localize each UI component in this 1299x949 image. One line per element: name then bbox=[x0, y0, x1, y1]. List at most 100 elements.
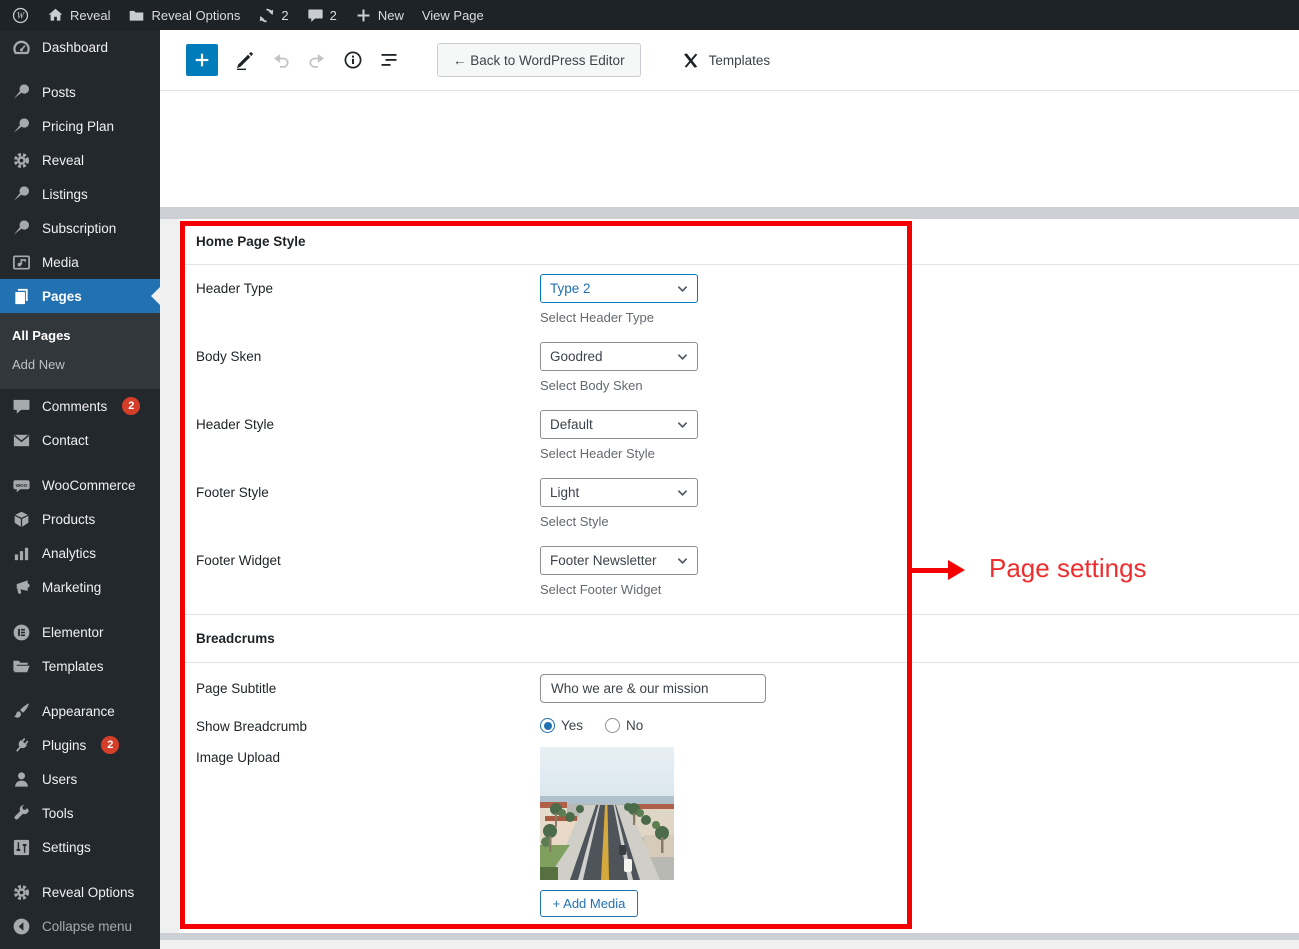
sidebar-item-tools[interactable]: Tools bbox=[0, 796, 160, 830]
sidebar-item-pages[interactable]: Pages bbox=[0, 279, 160, 313]
sidebar-item-label: Listings bbox=[42, 187, 88, 202]
adminbar-label: New bbox=[378, 8, 404, 23]
update-icon bbox=[258, 7, 275, 24]
sidebar-item-listings[interactable]: Listings bbox=[0, 177, 160, 211]
details-button[interactable] bbox=[335, 42, 371, 78]
sidebar-item-comments[interactable]: Comments2 bbox=[0, 389, 160, 423]
editor-toolbar: ← Back to WordPress Editor Templates bbox=[160, 30, 1299, 91]
field-control: DefaultSelect Header Style bbox=[540, 410, 698, 478]
sidebar-item-plugins[interactable]: Plugins2 bbox=[0, 728, 160, 762]
back-to-wordpress-editor-button[interactable]: ← Back to WordPress Editor bbox=[437, 43, 641, 77]
count-badge: 2 bbox=[122, 397, 140, 415]
sidebar-item-pricing-plan[interactable]: Pricing Plan bbox=[0, 109, 160, 143]
page-subtitle-input[interactable] bbox=[540, 674, 766, 703]
select-value: Footer Newsletter bbox=[550, 553, 657, 568]
breadcrums-fields: Page SubtitleShow BreadcrumbYesNoImage U… bbox=[179, 663, 1299, 917]
sidebar-item-reveal[interactable]: Reveal bbox=[0, 143, 160, 177]
sidebar-item-label: Media bbox=[42, 255, 79, 270]
sidebar-item-label: Settings bbox=[42, 840, 91, 855]
radio-dot[interactable] bbox=[605, 718, 620, 733]
sidebar-item-contact[interactable]: Contact bbox=[0, 423, 160, 457]
sidebar-item-label: Reveal bbox=[42, 153, 84, 168]
section-title-home-page-style: Home Page Style bbox=[179, 219, 1299, 265]
adminbar-label: Reveal Options bbox=[151, 8, 240, 23]
sidebar-item-label: Posts bbox=[42, 85, 76, 100]
header-type-select[interactable]: Type 2 bbox=[540, 274, 698, 303]
field-control: LightSelect Style bbox=[540, 478, 698, 546]
metabox-separator-top bbox=[160, 207, 1299, 219]
sidebar-group: AppearancePlugins2UsersTools Settings bbox=[0, 694, 160, 864]
adminbar-item-site-reveal[interactable]: Reveal bbox=[38, 0, 119, 30]
sidebar-item-woocommerce[interactable]: WooCommerce bbox=[0, 468, 160, 502]
templates-button[interactable]: Templates bbox=[681, 51, 771, 70]
radio-label: No bbox=[626, 718, 643, 733]
header-style-select[interactable]: Default bbox=[540, 410, 698, 439]
radio-dot[interactable] bbox=[540, 718, 555, 733]
adminbar-item-reveal-options[interactable]: Reveal Options bbox=[119, 0, 249, 30]
sidebar-item-products[interactable]: Products bbox=[0, 502, 160, 536]
sidebar-item-analytics[interactable]: Analytics bbox=[0, 536, 160, 570]
sidebar-subitem-add-new[interactable]: Add New bbox=[0, 350, 160, 379]
chevron-down-icon bbox=[677, 285, 688, 293]
footer-style-select[interactable]: Light bbox=[540, 478, 698, 507]
select-value: Type 2 bbox=[550, 281, 591, 296]
sidebar-item-elementor[interactable]: Elementor bbox=[0, 615, 160, 649]
adminbar-item-view-page[interactable]: View Page bbox=[413, 0, 493, 30]
templates-label: Templates bbox=[709, 53, 771, 68]
adminbar-item-new[interactable]: New bbox=[346, 0, 413, 30]
show-breadcrumb-radio-no[interactable]: No bbox=[605, 718, 643, 733]
undo-button[interactable] bbox=[263, 42, 299, 78]
sidebar-item-media[interactable]: Media bbox=[0, 245, 160, 279]
field-helper: Select Header Type bbox=[540, 310, 698, 325]
chevron-down-icon bbox=[677, 557, 688, 565]
sidebar-item-label: Contact bbox=[42, 433, 89, 448]
pin-icon bbox=[12, 83, 31, 102]
adminbar-item-updates[interactable]: 2 bbox=[249, 0, 297, 30]
woo-icon bbox=[12, 476, 31, 495]
field-row-page-subtitle: Page Subtitle bbox=[179, 674, 1299, 703]
field-label: Body Sken bbox=[179, 342, 540, 410]
show-breadcrumb-radio-yes[interactable]: Yes bbox=[540, 718, 583, 733]
metabox-separator-bottom bbox=[160, 933, 1299, 940]
sidebar-item-posts[interactable]: Posts bbox=[0, 75, 160, 109]
annotation-arrow-head bbox=[948, 560, 965, 580]
list-view-button[interactable] bbox=[371, 42, 407, 78]
envelope-icon bbox=[12, 431, 31, 450]
sidebar-item-appearance[interactable]: Appearance bbox=[0, 694, 160, 728]
sidebar-item-reveal-options[interactable]: Reveal Options bbox=[0, 875, 160, 909]
sidebar-group: ElementorTemplates bbox=[0, 615, 160, 683]
redo-button[interactable] bbox=[299, 42, 335, 78]
sidebar-item-users[interactable]: Users bbox=[0, 762, 160, 796]
pencil-icon bbox=[235, 50, 255, 70]
metabox-area: Home Page Style Header Type Type 2 Select … bbox=[160, 219, 1299, 933]
add-media-button[interactable]: + Add Media bbox=[540, 890, 638, 917]
field-label: Footer Widget bbox=[179, 546, 540, 614]
sidebar-item-subscription[interactable]: Subscription bbox=[0, 211, 160, 245]
field-row-show-breadcrumb: Show BreadcrumbYesNo bbox=[179, 718, 1299, 734]
sidebar-item-marketing[interactable]: Marketing bbox=[0, 570, 160, 604]
sidebar-item-label: Pricing Plan bbox=[42, 119, 114, 134]
body-sken-select[interactable]: Goodred bbox=[540, 342, 698, 371]
info-icon bbox=[343, 50, 363, 70]
adminbar-label: Reveal bbox=[70, 8, 110, 23]
sidebar-item-collapse-menu[interactable]: Collapse menu bbox=[0, 909, 160, 943]
block-inserter-button[interactable] bbox=[186, 44, 218, 76]
templates-logo-icon bbox=[681, 51, 700, 70]
sidebar-item-templates[interactable]: Templates bbox=[0, 649, 160, 683]
sidebar-item-dashboard[interactable]: Dashboard bbox=[0, 30, 160, 64]
sidebar-item-label: Collapse menu bbox=[42, 919, 132, 934]
sidebar-subitem-all-pages[interactable]: All Pages bbox=[0, 321, 160, 350]
editor-canvas bbox=[160, 91, 1299, 207]
adminbar-item-wordpress-logo[interactable] bbox=[3, 0, 38, 30]
chevron-down-icon bbox=[677, 489, 688, 497]
field-row-header-type: Header Type Type 2 Select Header Type bbox=[179, 274, 1299, 342]
wordpress-admin-screen: Reveal Reveal Options 2 2 New View Page Dashb… bbox=[0, 0, 1299, 949]
sidebar-item-settings[interactable]: Settings bbox=[0, 830, 160, 864]
breadcrumb-image-thumbnail[interactable] bbox=[540, 747, 674, 880]
edit-mode-button[interactable] bbox=[227, 42, 263, 78]
field-label: Header Type bbox=[179, 274, 540, 342]
adminbar-label: 2 bbox=[330, 8, 337, 23]
footer-widget-select[interactable]: Footer Newsletter bbox=[540, 546, 698, 575]
dashboard-icon bbox=[12, 38, 31, 57]
adminbar-item-comments[interactable]: 2 bbox=[298, 0, 346, 30]
